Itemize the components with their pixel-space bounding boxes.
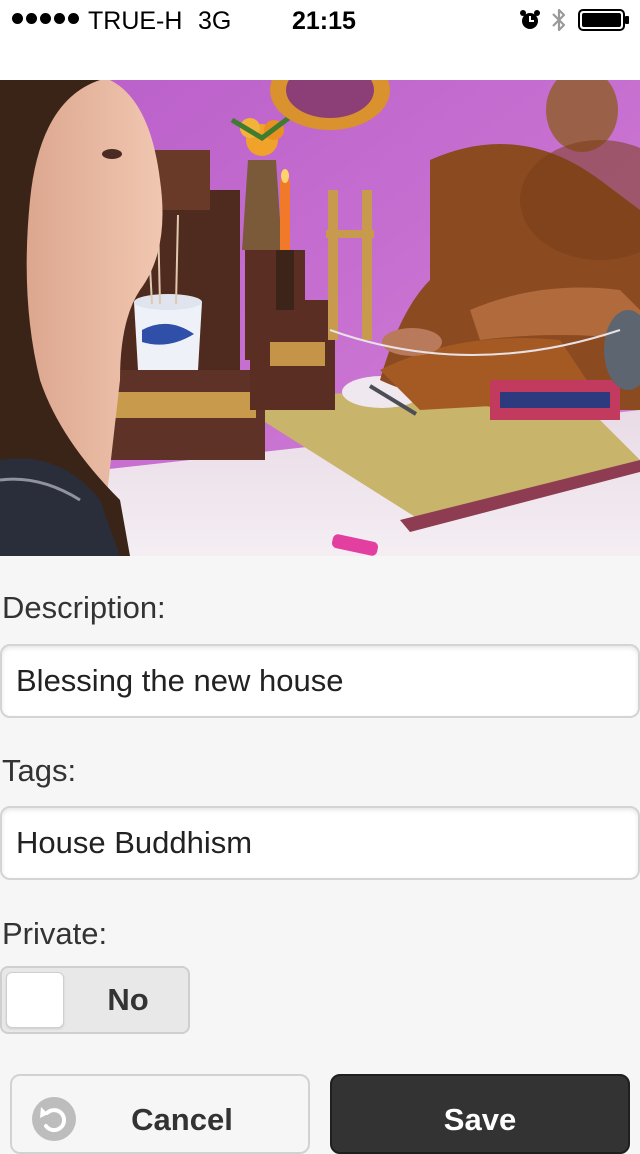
status-bar: TRUE-H 3G 21:15 xyxy=(0,0,640,40)
bluetooth-icon xyxy=(552,8,566,32)
cancel-button-label: Cancel xyxy=(131,1102,233,1137)
tags-label: Tags: xyxy=(2,753,77,788)
network-type: 3G xyxy=(198,7,232,35)
save-button-label: Save xyxy=(443,1102,517,1137)
description-label: Description: xyxy=(2,590,166,625)
header-spacer xyxy=(0,40,640,80)
cancel-button[interactable]: Cancel xyxy=(10,1074,310,1154)
tags-input[interactable] xyxy=(0,806,640,880)
carrier-name: TRUE-H xyxy=(88,7,183,35)
private-toggle[interactable]: No xyxy=(0,966,190,1034)
description-input[interactable] xyxy=(0,644,640,718)
toggle-handle[interactable] xyxy=(6,972,64,1028)
save-button[interactable]: Save xyxy=(330,1074,630,1154)
photo-image xyxy=(0,80,640,556)
status-time: 21:15 xyxy=(292,7,356,35)
private-label: Private: xyxy=(2,916,108,951)
alarm-icon xyxy=(520,10,540,29)
battery-icon xyxy=(578,9,629,31)
toggle-state-label: No xyxy=(107,982,149,1017)
signal-strength-icon xyxy=(12,13,79,24)
